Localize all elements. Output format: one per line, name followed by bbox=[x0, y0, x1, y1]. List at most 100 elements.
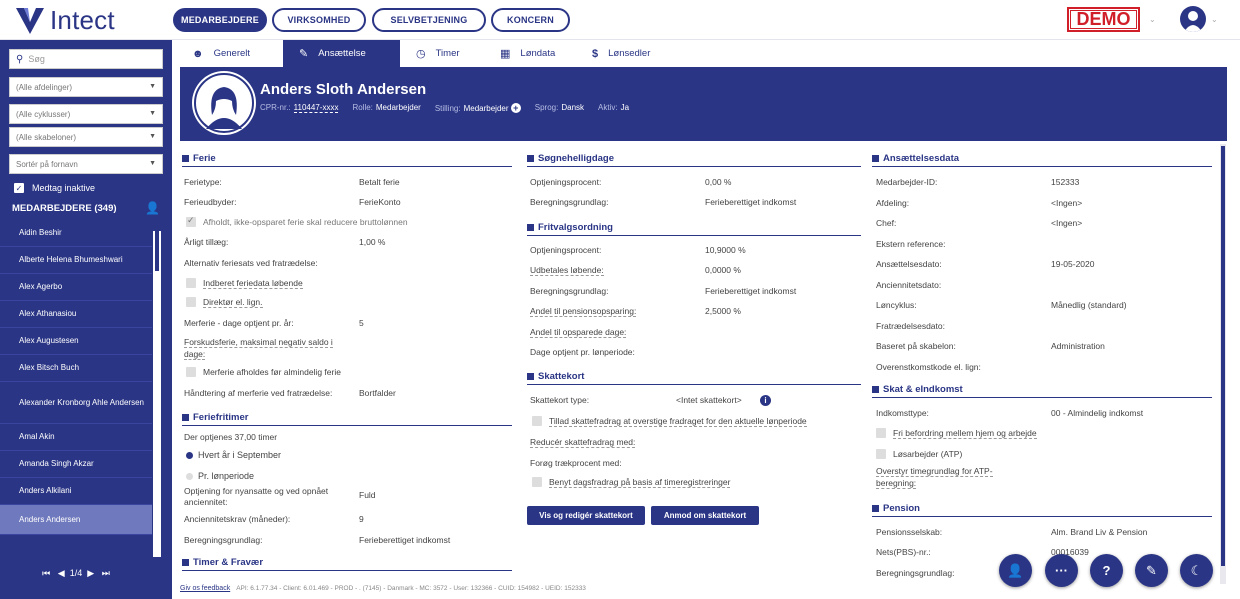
report-checkbox[interactable] bbox=[186, 278, 196, 288]
field-value[interactable]: Betalt ferie bbox=[359, 177, 400, 187]
section-title-feriefritimer: Feriefritimer bbox=[182, 412, 248, 423]
field-label: Optjening for nyansatte og ved opnået bbox=[184, 486, 329, 496]
field-value[interactable]: Ferieberettiget indkomst bbox=[705, 197, 796, 207]
employee-avatar[interactable] bbox=[192, 71, 256, 135]
help-fab[interactable]: ? bbox=[1090, 554, 1123, 587]
field-value[interactable]: 00 - Almindelig indkomst bbox=[1051, 408, 1143, 418]
nav-koncern[interactable]: KONCERN bbox=[491, 8, 570, 32]
field-label: Ekstern reference: bbox=[876, 238, 946, 249]
list-item[interactable]: Aidin Beshir bbox=[0, 220, 152, 247]
tab-loensedler[interactable]: $ Lønsedler bbox=[592, 40, 692, 67]
filter-template[interactable]: (Alle skabeloner) ▼ bbox=[9, 127, 163, 147]
field-value[interactable]: 19-05-2020 bbox=[1051, 259, 1094, 269]
add-position-icon[interactable]: + bbox=[510, 103, 521, 113]
list-item[interactable]: Amal Akin bbox=[0, 424, 152, 451]
tab-bar: ☻ Generelt ✎ Ansættelse ◷ Timer ▦ Løndata $ L… bbox=[180, 40, 1227, 67]
field-value[interactable]: 2,5000 % bbox=[705, 306, 741, 316]
tab-loendata[interactable]: ▦ Løndata bbox=[500, 40, 580, 67]
cpr-value[interactable]: 110447-xxxx bbox=[293, 103, 339, 113]
divider bbox=[182, 166, 512, 167]
filter-department[interactable]: (Alle afdelinger) ▼ bbox=[9, 77, 163, 97]
logo[interactable]: Intect bbox=[14, 4, 115, 36]
add-user-fab[interactable]: 👤 bbox=[999, 554, 1032, 587]
next-page-icon[interactable]: ▶ bbox=[87, 568, 94, 578]
tab-timer[interactable]: ◷ Timer bbox=[410, 40, 490, 67]
request-taxcard-button[interactable]: Anmod om skattekort bbox=[651, 506, 759, 525]
add-user-icon[interactable]: 👤 bbox=[145, 201, 160, 215]
sort-select[interactable]: Sortér på fornavn ▼ bbox=[9, 154, 163, 174]
director-checkbox[interactable] bbox=[186, 297, 196, 307]
content-scrollbar-thumb[interactable] bbox=[1221, 146, 1225, 566]
field-label: Overenstkomstkode el. lign: bbox=[876, 361, 981, 372]
free-transport-checkbox[interactable] bbox=[876, 428, 886, 438]
first-page-icon[interactable]: ⏮ bbox=[42, 568, 50, 578]
chevron-down-icon[interactable]: ⌄ bbox=[1149, 15, 1156, 24]
allow-deduction-checkbox[interactable] bbox=[532, 416, 542, 426]
field-value[interactable]: 0,0000 % bbox=[705, 265, 741, 275]
user-avatar[interactable] bbox=[1180, 6, 1206, 32]
list-item[interactable]: Alex Agerbo bbox=[0, 274, 152, 301]
nav-selvbetjening[interactable]: SELVBETJENING bbox=[372, 8, 486, 32]
list-item[interactable]: Anders Alkilani bbox=[0, 478, 152, 505]
list-item[interactable]: Alberte Helena Bhumeshwari bbox=[0, 247, 152, 274]
list-scrollbar-thumb[interactable] bbox=[155, 231, 159, 271]
field-value[interactable]: 10,9000 % bbox=[705, 245, 746, 255]
chevron-down-icon[interactable]: ⌄ bbox=[1211, 15, 1218, 24]
field-value[interactable]: 9 bbox=[359, 514, 364, 524]
position-value: Medarbejder bbox=[463, 104, 509, 113]
last-page-icon[interactable]: ⏭ bbox=[102, 568, 110, 578]
field-value[interactable]: Ferieberettiget indkomst bbox=[705, 286, 796, 296]
employee-name: Amanda Singh Akzar bbox=[19, 459, 94, 468]
field-value[interactable]: Administration bbox=[1051, 341, 1105, 351]
view-edit-taxcard-button[interactable]: Vis og redigér skattekort bbox=[527, 506, 645, 525]
nav-virksomhed[interactable]: VIRKSOMHED bbox=[272, 8, 366, 32]
employee-count: MEDARBEJDERE (349) bbox=[12, 203, 117, 214]
feedback-link[interactable]: Giv os feedback bbox=[180, 585, 230, 592]
list-item[interactable]: Amanda Singh Akzar bbox=[0, 451, 152, 478]
reduce-checkbox[interactable] bbox=[186, 215, 196, 227]
field-value[interactable]: <Ingen> bbox=[1051, 218, 1082, 228]
logo-text: Intect bbox=[50, 4, 115, 35]
field-value[interactable]: FerieKonto bbox=[359, 197, 401, 207]
clock-icon: ◷ bbox=[416, 48, 426, 60]
lang-value: Dansk bbox=[561, 103, 585, 112]
list-scrollbar[interactable] bbox=[153, 231, 161, 557]
field-value[interactable]: 1,00 % bbox=[359, 237, 385, 247]
more-fab[interactable]: ··· bbox=[1045, 554, 1078, 587]
list-item-selected[interactable]: Anders Andersen bbox=[0, 505, 152, 535]
list-item[interactable]: Alex Bitsch Buch bbox=[0, 355, 152, 382]
section-title-ansaettelsesdata: Ansættelsesdata bbox=[872, 153, 959, 164]
field-value[interactable]: Ferieberettiget indkomst bbox=[359, 535, 450, 545]
filter-cycle[interactable]: (Alle cyklusser) ▼ bbox=[9, 104, 163, 124]
prev-page-icon[interactable]: ◀ bbox=[58, 568, 65, 578]
list-item[interactable]: Alex Augustesen bbox=[0, 328, 152, 355]
field-value[interactable]: Alm. Brand Liv & Pension bbox=[1051, 527, 1147, 537]
list-item[interactable]: Alex Athanasiou bbox=[0, 301, 152, 328]
include-inactive-checkbox[interactable]: ✓ Medtag inaktive bbox=[14, 183, 95, 193]
extra-before-checkbox[interactable] bbox=[186, 367, 196, 377]
field-value[interactable]: Bortfalder bbox=[359, 388, 396, 398]
field-value[interactable]: 5 bbox=[359, 318, 364, 328]
demo-badge[interactable]: DEMO bbox=[1067, 7, 1140, 32]
daily-deduction-checkbox[interactable] bbox=[532, 477, 542, 487]
field-value[interactable]: <Intet skattekort> bbox=[676, 395, 742, 405]
list-item[interactable]: Alexander Kronborg Ahle Andersen bbox=[0, 382, 152, 424]
tab-ansaettelse[interactable]: ✎ Ansættelse bbox=[283, 40, 400, 67]
employee-name: Alberte Helena Bhumeshwari bbox=[19, 255, 123, 264]
dark-mode-fab[interactable]: ☾ bbox=[1180, 554, 1213, 587]
field-value[interactable]: <Ingen> bbox=[1051, 198, 1082, 208]
radio-selected[interactable] bbox=[186, 452, 193, 459]
field-label: Andel til opsparede dage: bbox=[530, 327, 627, 338]
radio-label: Hvert år i September bbox=[198, 450, 282, 460]
atp-checkbox[interactable] bbox=[876, 449, 886, 459]
tab-generelt[interactable]: ☻ Generelt bbox=[180, 40, 280, 67]
edit-fab[interactable]: ✎ bbox=[1135, 554, 1168, 587]
nav-medarbejdere[interactable]: MEDARBEJDERE bbox=[173, 8, 267, 32]
search-input[interactable]: ⚲ Søg bbox=[9, 49, 163, 69]
radio-unselected[interactable] bbox=[186, 473, 193, 480]
field-value[interactable]: Månedlig (standard) bbox=[1051, 300, 1127, 310]
field-value[interactable]: 152333 bbox=[1051, 177, 1079, 187]
info-icon[interactable]: i bbox=[760, 395, 771, 406]
field-value[interactable]: 0,00 % bbox=[705, 177, 731, 187]
field-value[interactable]: Fuld bbox=[359, 490, 376, 500]
